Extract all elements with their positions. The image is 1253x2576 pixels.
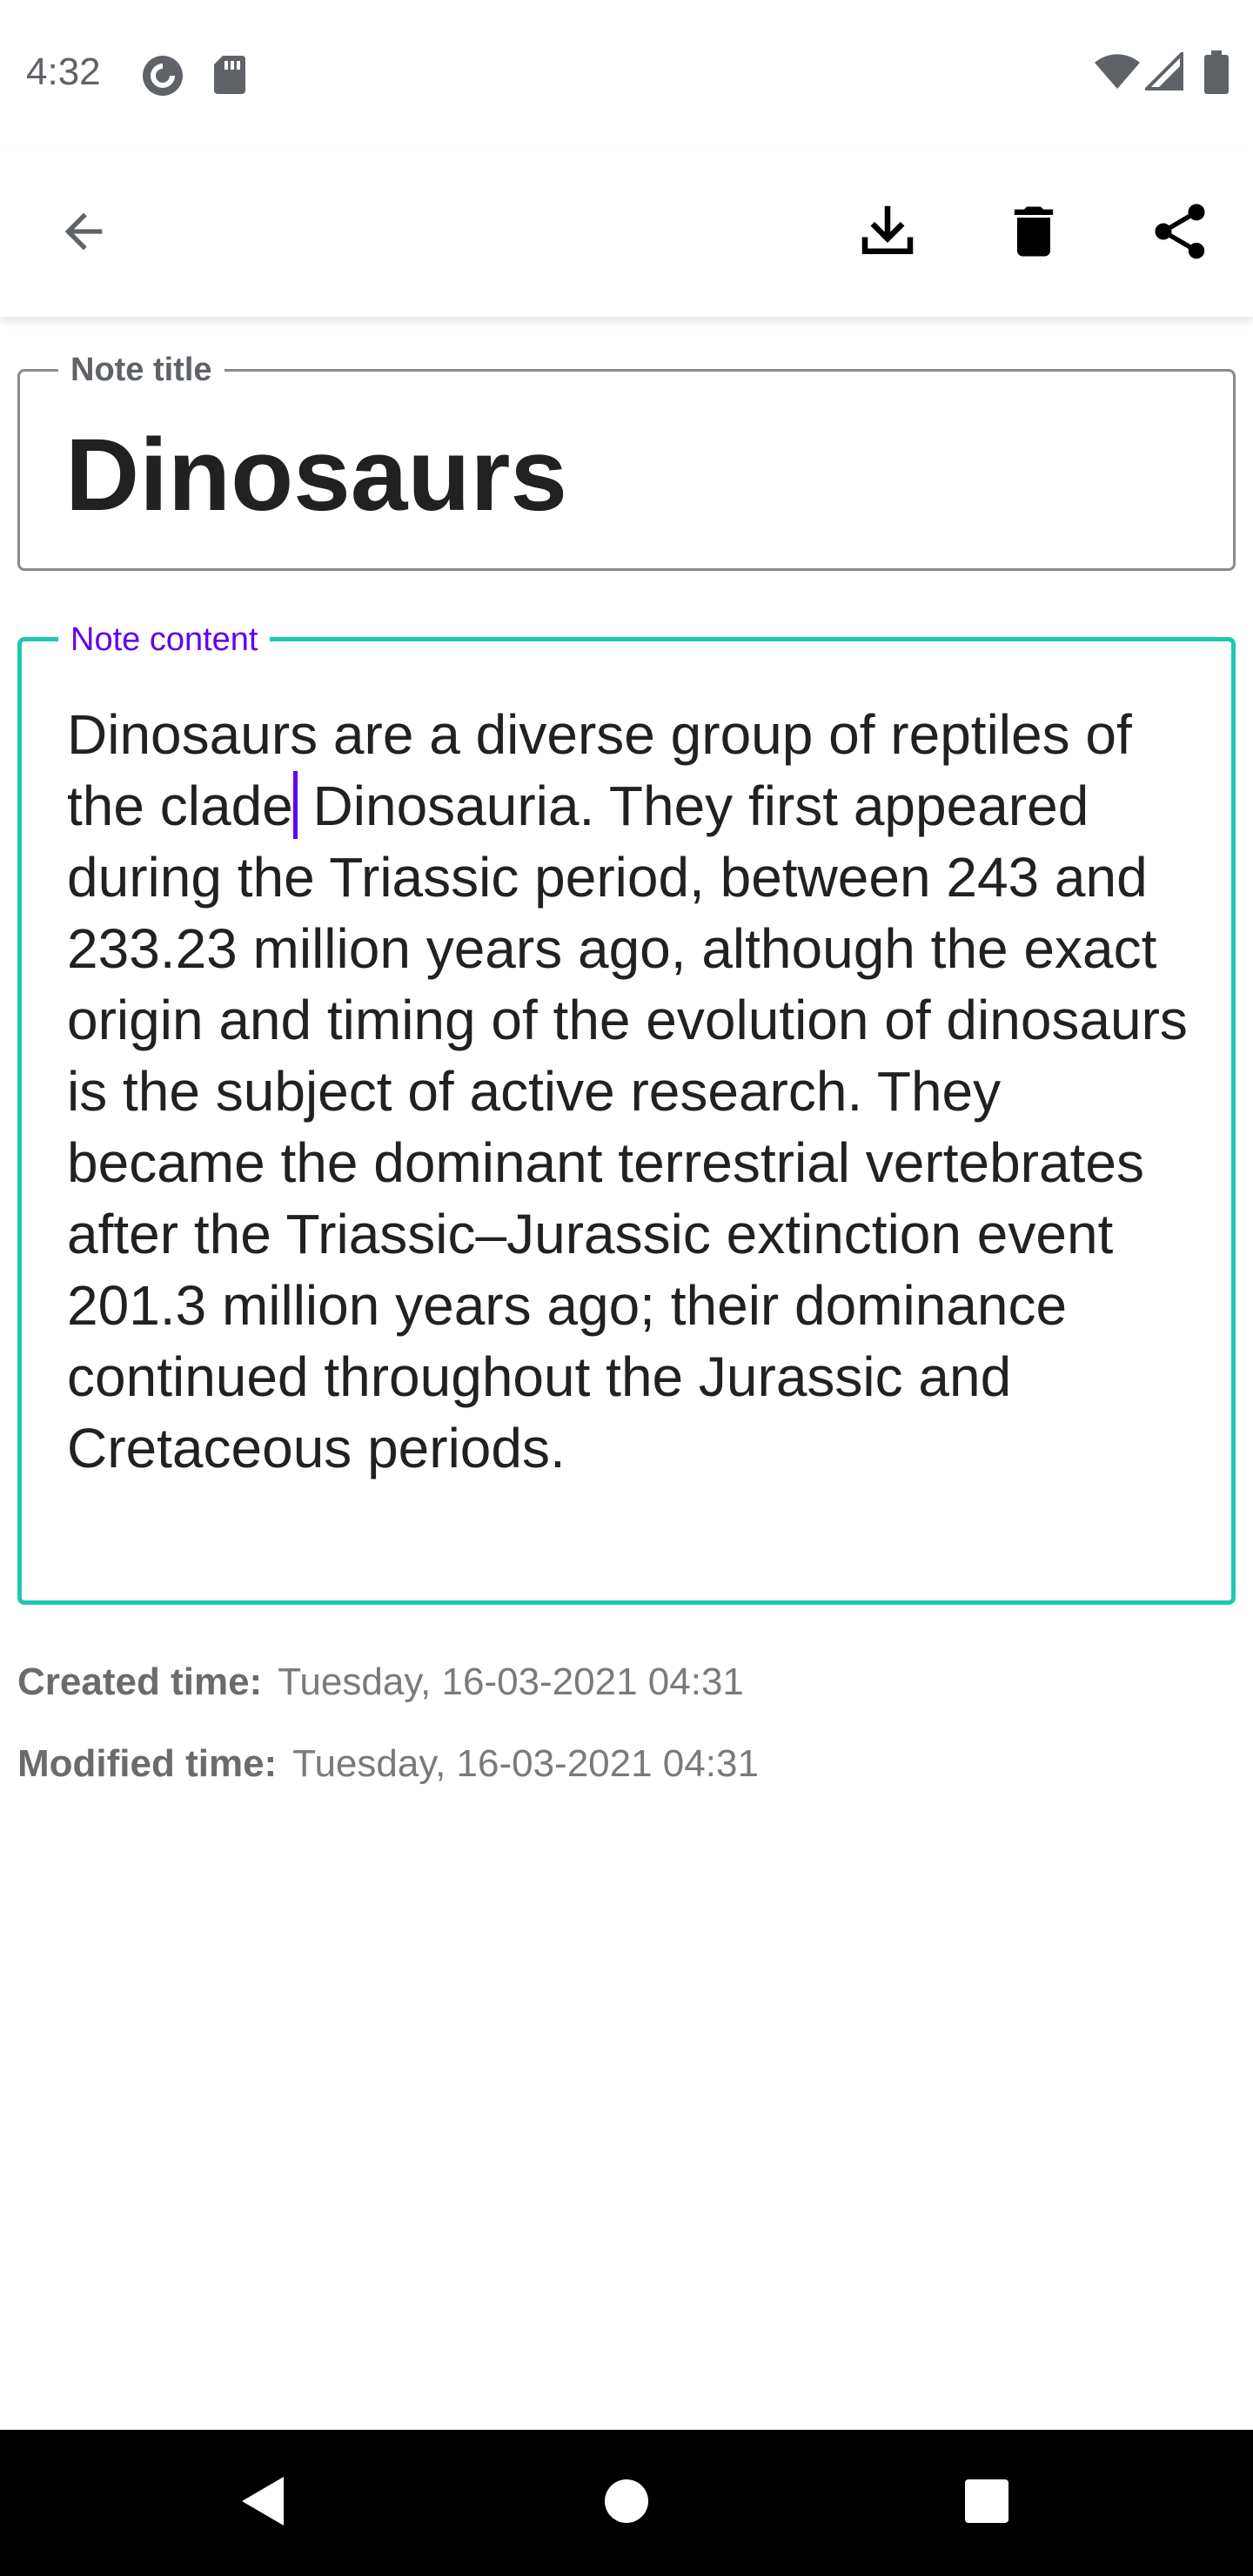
nav-recents-icon: [963, 2478, 1010, 2529]
cell-signal-icon: [1142, 50, 1183, 95]
sd-card-icon: [212, 54, 247, 100]
download-icon: [854, 198, 921, 270]
share-icon: [1147, 198, 1213, 269]
modified-time-row: Modified time: Tuesday, 16-03-2021 04:31: [17, 1742, 759, 1786]
note-title-field[interactable]: Note title Dinosaurs: [17, 351, 1236, 571]
nav-back-button[interactable]: [219, 2459, 306, 2546]
note-editor-screen: 4:32 Note title Dinosaurs Note content D…: [0, 0, 1253, 2576]
status-time: 4:32: [26, 50, 101, 93]
arrow-back-icon: [56, 204, 111, 264]
note-content-label: Note content: [58, 621, 271, 659]
download-button[interactable]: [835, 181, 940, 285]
status-bar: 4:32: [0, 0, 1253, 150]
content-text-after-cursor: Dinosauria. They first appeared during t…: [67, 775, 1188, 1479]
nav-home-button[interactable]: [583, 2459, 670, 2546]
pocket-casts-icon: [141, 54, 184, 102]
nav-recents-button[interactable]: [943, 2459, 1030, 2546]
modified-time-label: Modified time:: [17, 1742, 278, 1785]
back-button[interactable]: [31, 181, 136, 285]
share-button[interactable]: [1128, 181, 1232, 285]
created-time-label: Created time:: [17, 1660, 263, 1703]
nav-home-icon: [602, 2477, 651, 2530]
delete-icon: [1001, 198, 1067, 269]
top-app-bar: [0, 150, 1253, 317]
note-content-input[interactable]: Dinosaurs are a diverse group of reptile…: [67, 699, 1198, 1484]
created-time-row: Created time: Tuesday, 16-03-2021 04:31: [17, 1660, 744, 1704]
note-title-input[interactable]: Dinosaurs: [65, 419, 567, 532]
nav-back-icon: [237, 2473, 289, 2533]
note-title-label: Note title: [58, 351, 224, 389]
battery-icon: [1204, 50, 1229, 98]
note-content-field[interactable]: Note content Dinosaurs are a diverse gro…: [17, 621, 1236, 1605]
delete-button[interactable]: [982, 181, 1086, 285]
modified-time-value: Tuesday, 16-03-2021 04:31: [292, 1742, 759, 1785]
created-time-value: Tuesday, 16-03-2021 04:31: [278, 1660, 744, 1703]
system-navigation-bar: [0, 2430, 1253, 2576]
wifi-icon: [1093, 52, 1142, 95]
